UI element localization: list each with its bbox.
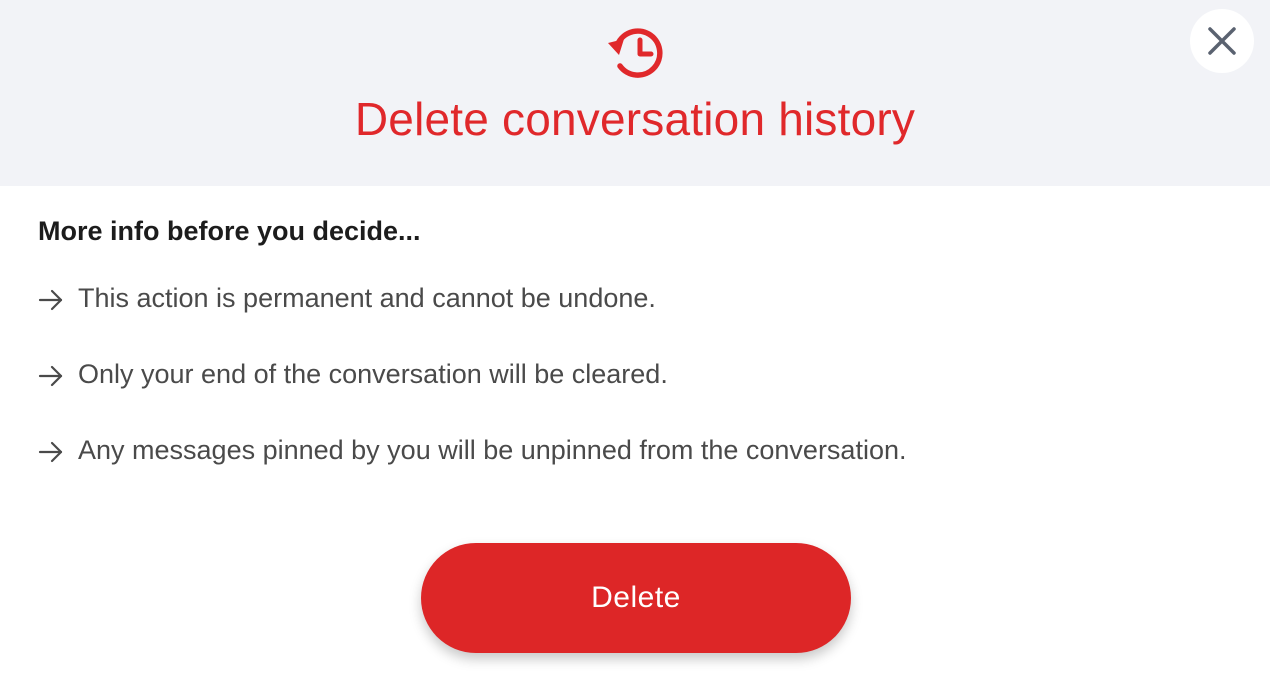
- info-item-your-end: Only your end of the conversation will b…: [38, 358, 906, 434]
- info-item-text: This action is permanent and cannot be u…: [78, 283, 656, 313]
- close-button[interactable]: [1190, 9, 1254, 73]
- info-list: This action is permanent and cannot be u…: [38, 282, 906, 510]
- history-icon: [608, 28, 663, 78]
- dialog-title: Delete conversation history: [354, 93, 916, 145]
- close-icon: [1208, 27, 1236, 55]
- dialog-header: Delete conversation history: [0, 0, 1270, 186]
- info-item-text: Any messages pinned by you will be unpin…: [78, 435, 907, 465]
- info-item-text: Only your end of the conversation will b…: [78, 359, 668, 389]
- info-item-pinned: Any messages pinned by you will be unpin…: [38, 434, 906, 510]
- arrow-right-icon: [38, 365, 63, 387]
- arrow-right-icon: [38, 441, 63, 463]
- info-subheading: More info before you decide...: [38, 216, 421, 246]
- delete-button[interactable]: Delete: [421, 543, 851, 653]
- arrow-right-icon: [38, 289, 63, 311]
- info-item-permanent: This action is permanent and cannot be u…: [38, 282, 906, 358]
- delete-history-dialog: Delete conversation history More info be…: [0, 0, 1270, 674]
